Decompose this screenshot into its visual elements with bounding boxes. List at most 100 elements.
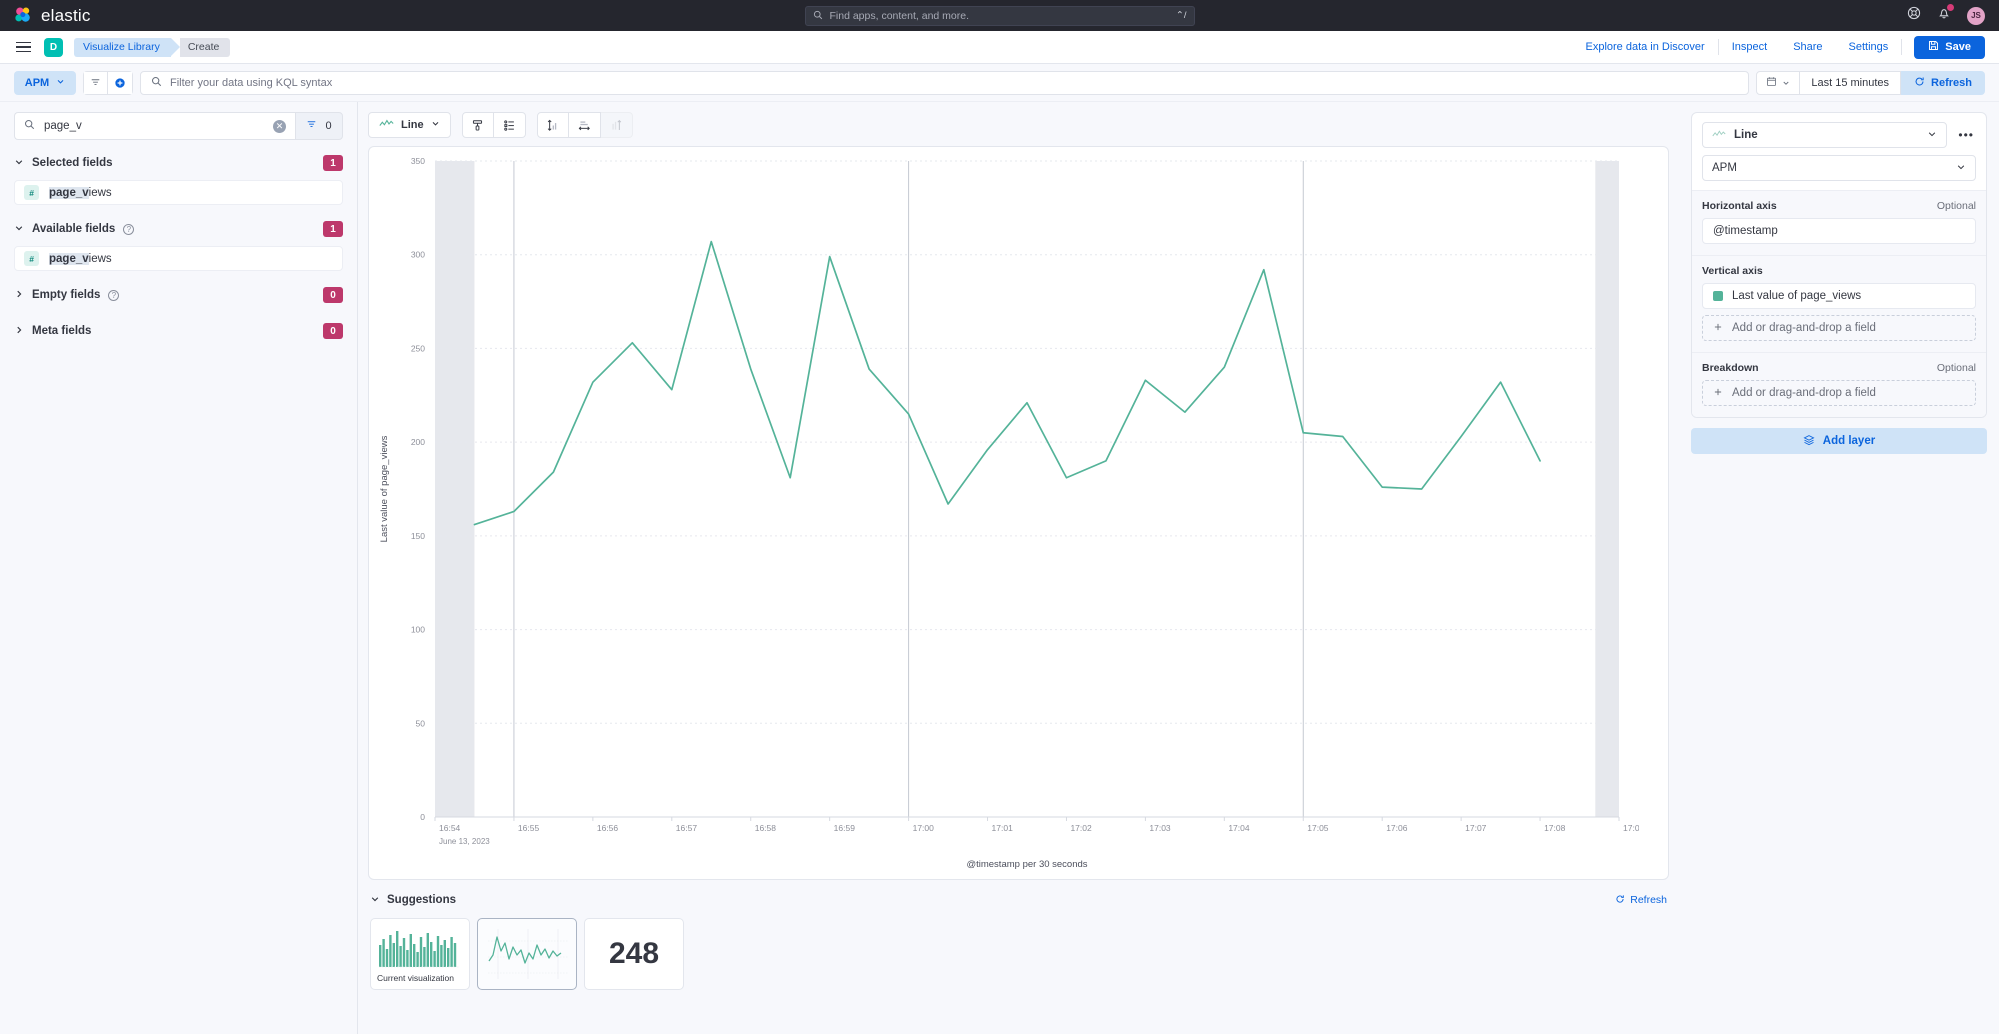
layer-config-card: Line ••• APM Horizontal axis Optional @t…: [1691, 112, 1987, 418]
appearance-icon[interactable]: [461, 112, 494, 138]
y-axis-title: Last value of page_views: [379, 435, 390, 542]
filter-options-icon[interactable]: [83, 70, 108, 95]
field-type-filter-button[interactable]: 0: [295, 112, 343, 140]
notification-badge: [1947, 4, 1954, 11]
right-axis-icon: [600, 112, 633, 138]
info-icon[interactable]: ?: [108, 289, 120, 301]
chart-type-switcher[interactable]: Line: [368, 112, 451, 138]
config-panel: Line ••• APM Horizontal axis Optional @t…: [1679, 102, 1999, 1034]
line-chart[interactable]: 0 50 100 150 200 250 300 350 Last value of page_…: [369, 147, 1645, 879]
vertical-axis-dimension[interactable]: Last value of page_views: [1702, 283, 1976, 309]
chart-type-label: Line: [401, 119, 424, 131]
info-icon[interactable]: ?: [123, 223, 135, 235]
section-label: Meta fields: [32, 325, 92, 337]
elastic-logo-icon: [14, 6, 33, 25]
series-color-swatch: [1713, 291, 1723, 301]
layer-actions-icon[interactable]: •••: [1956, 128, 1976, 142]
add-layer-button[interactable]: Add layer: [1691, 428, 1987, 454]
chevron-down-icon: [431, 119, 440, 131]
chevron-down-icon: [370, 891, 380, 909]
search-icon: [813, 7, 823, 25]
calendar-quick-select-button[interactable]: [1756, 70, 1801, 95]
section-meta-fields[interactable]: Meta fields 0: [14, 319, 343, 343]
field-search-input[interactable]: [44, 120, 264, 132]
global-search-input[interactable]: Find apps, content, and more. ⌃/: [804, 5, 1195, 26]
breadcrumb: Visualize Library Create: [74, 37, 231, 57]
inspect-button[interactable]: Inspect: [1719, 41, 1780, 53]
bottom-axis-icon[interactable]: [568, 112, 601, 138]
field-search-box[interactable]: ✕: [14, 112, 295, 140]
space-avatar[interactable]: D: [44, 37, 63, 57]
date-time-controls: Last 15 minutes Refresh: [1756, 70, 1985, 95]
section-available-fields[interactable]: Available fields ? 1: [14, 217, 343, 241]
y-axis-tick-label: 0: [420, 812, 425, 822]
x-axis-tick-label: 16:57: [676, 823, 698, 833]
x-axis-tick-label: 17:05: [1307, 823, 1329, 833]
kql-query-input[interactable]: Filter your data using KQL syntax: [140, 70, 1750, 95]
field-item-page-views-selected[interactable]: # page_views: [14, 180, 343, 205]
suggestion-metric[interactable]: 248: [584, 918, 684, 990]
breadcrumb-visualize-library[interactable]: Visualize Library: [74, 37, 180, 57]
suggestion-line-chart[interactable]: [477, 918, 577, 990]
chart-container[interactable]: 0 50 100 150 200 250 300 350 Last value of page_…: [368, 146, 1669, 880]
y-axis-tick-label: 350: [411, 156, 425, 166]
visual-options-group: [461, 112, 526, 138]
section-count-badge: 1: [323, 221, 343, 237]
horizontal-axis-dimension[interactable]: @timestamp: [1702, 218, 1976, 244]
suggestions-list: Current visualization 248: [370, 918, 1667, 990]
x-axis-tick-label: 17:01: [992, 823, 1014, 833]
refresh-icon: [1615, 894, 1625, 907]
menu-toggle-icon[interactable]: [14, 40, 33, 55]
breakdown-header: Breakdown Optional: [1702, 362, 1976, 374]
field-item-page-views-available[interactable]: # page_views: [14, 246, 343, 271]
field-search-row: ✕ 0: [14, 112, 343, 140]
settings-button[interactable]: Settings: [1836, 41, 1902, 53]
suggestion-metric-value: 248: [608, 937, 660, 970]
layer-chart-type-select[interactable]: Line: [1702, 122, 1948, 148]
section-empty-fields[interactable]: Empty fields ? 0: [14, 283, 343, 307]
chevron-right-icon: [14, 286, 24, 304]
help-icon[interactable]: [1907, 6, 1921, 25]
breakdown-section: Breakdown Optional Add or drag-and-drop …: [1692, 352, 1986, 417]
chevron-down-icon: [56, 77, 65, 89]
section-selected-fields[interactable]: Selected fields 1: [14, 151, 343, 175]
time-range-display[interactable]: Last 15 minutes: [1800, 70, 1902, 95]
notifications-bell-icon[interactable]: [1937, 4, 1954, 25]
x-axis-tick-label: 17:00: [913, 823, 935, 833]
suggestions-refresh-button[interactable]: Refresh: [1615, 894, 1667, 907]
field-name-rest: iews: [88, 186, 112, 199]
section-label: Empty fields: [32, 289, 101, 301]
explore-in-discover-link[interactable]: Explore data in Discover: [1572, 41, 1717, 53]
add-filter-icon[interactable]: [108, 70, 133, 95]
vertical-axis-add-field[interactable]: Add or drag-and-drop a field: [1702, 315, 1976, 341]
plus-icon: [1713, 387, 1723, 400]
user-avatar[interactable]: JS: [1967, 6, 1985, 25]
section-label: Available fields: [32, 223, 116, 235]
top-bar-actions: JS: [1907, 4, 1985, 25]
save-button[interactable]: Save: [1914, 35, 1985, 59]
left-axis-icon[interactable]: [536, 112, 569, 138]
x-axis-tick-label: 17:03: [1149, 823, 1171, 833]
number-field-type-icon: #: [24, 251, 39, 266]
x-axis-tick-label: 17:04: [1228, 823, 1250, 833]
layer-data-view-select[interactable]: APM: [1702, 155, 1976, 181]
y-axis-tick-label: 100: [411, 625, 425, 635]
chevron-down-icon: [1956, 162, 1966, 175]
share-button[interactable]: Share: [1780, 41, 1835, 53]
legend-icon[interactable]: [493, 112, 526, 138]
breakdown-add-field[interactable]: Add or drag-and-drop a field: [1702, 380, 1976, 406]
clear-search-icon[interactable]: ✕: [273, 119, 286, 133]
partial-bucket-left: [435, 161, 475, 817]
horizontal-axis-title: Horizontal axis: [1702, 200, 1777, 212]
global-search-wrapper: Find apps, content, and more. ⌃/: [804, 5, 1195, 26]
number-field-type-icon: #: [24, 185, 39, 200]
refresh-button[interactable]: Refresh: [1901, 70, 1985, 95]
x-axis-tick-label: 16:56: [597, 823, 619, 833]
data-view-picker[interactable]: APM: [14, 70, 76, 95]
suggestion-current-visualization[interactable]: Current visualization: [370, 918, 470, 990]
suggestions-header[interactable]: Suggestions Refresh: [370, 890, 1667, 910]
suggestion-caption: Current visualization: [377, 973, 455, 983]
plus-icon: [1713, 322, 1723, 335]
elastic-brand[interactable]: elastic: [14, 6, 91, 26]
refresh-label: Refresh: [1931, 76, 1972, 89]
